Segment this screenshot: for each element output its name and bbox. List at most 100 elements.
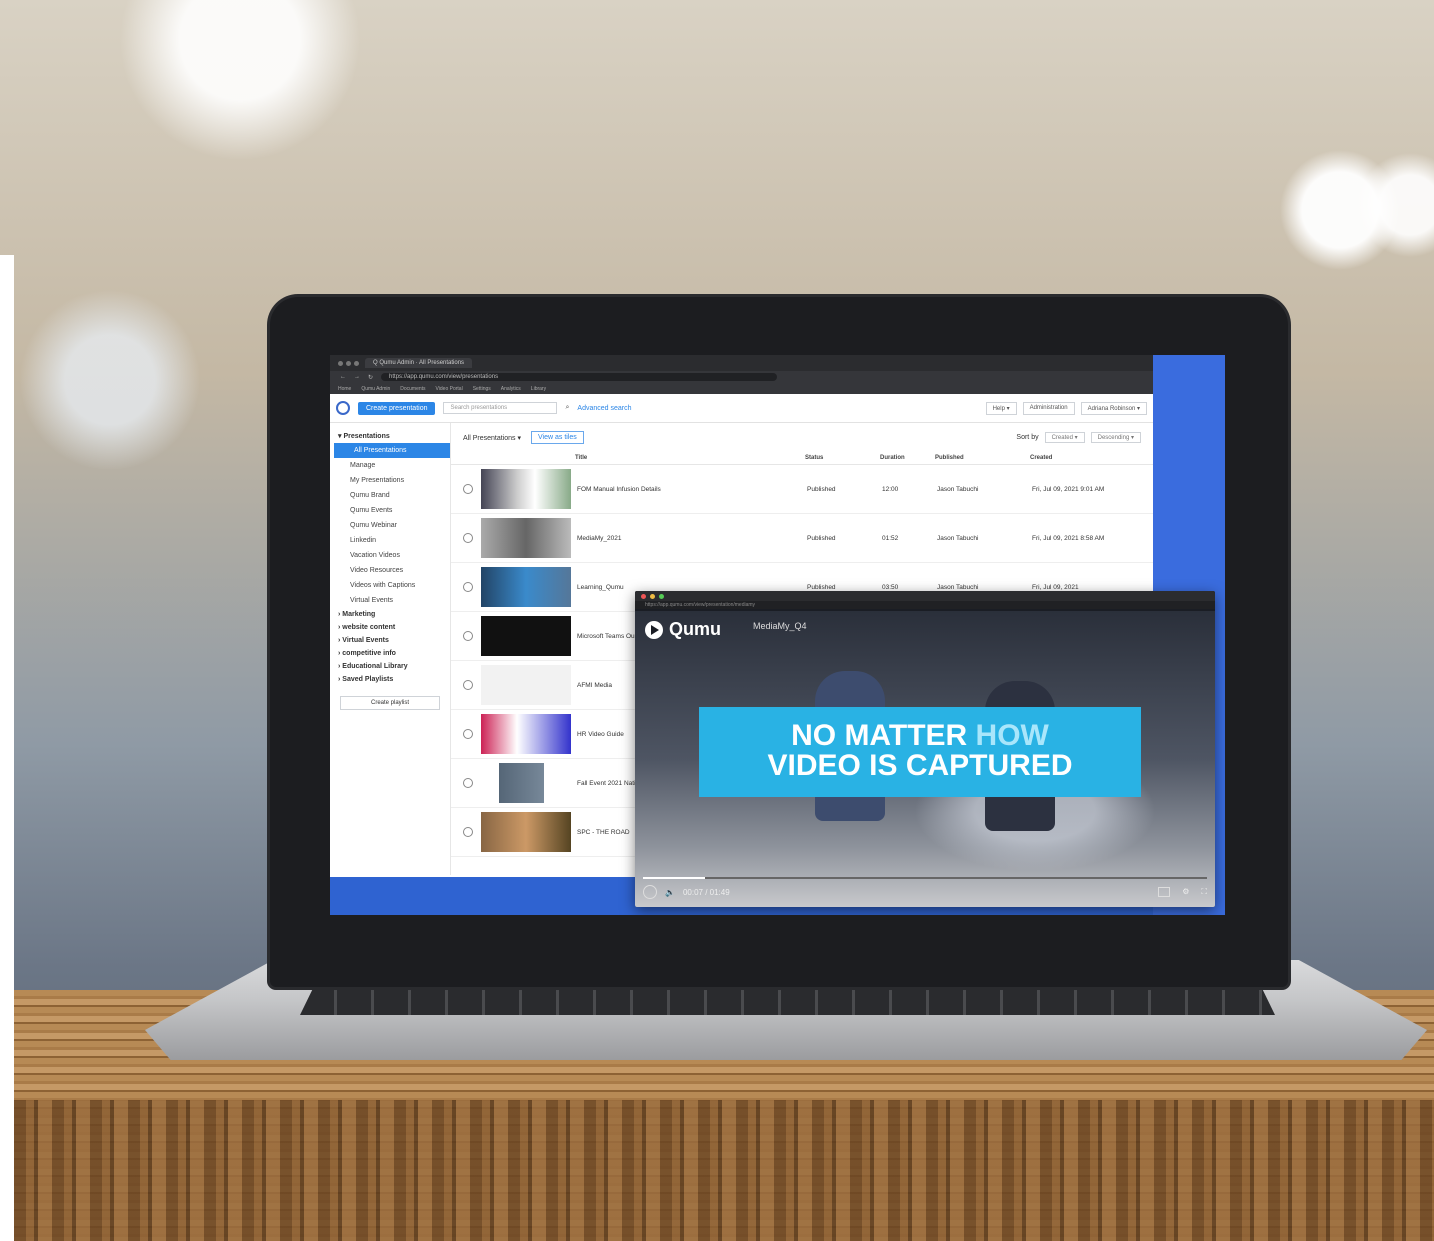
volume-icon[interactable]: 🔈 [665,888,675,897]
row-select-radio[interactable] [463,827,473,837]
bookmark-item[interactable]: Settings [473,386,491,392]
sidebar-item[interactable]: Qumu Events [330,503,450,518]
search-input[interactable]: Search presentations [443,402,558,414]
banner-text-highlight: HOW [975,719,1049,752]
row-title[interactable]: MediaMy_2021 [577,535,807,542]
video-thumbnail[interactable] [481,763,571,803]
advanced-search-link[interactable]: Advanced search [577,405,631,412]
row-duration: 03:50 [882,583,899,591]
bookmark-item[interactable]: Library [531,386,546,392]
back-icon[interactable]: ← [340,374,346,380]
sidebar-item[interactable]: Qumu Webinar [330,518,450,533]
row-status: Published [807,583,836,591]
row-duration: 12:00 [882,485,899,493]
row-select-radio[interactable] [463,582,473,592]
view-as-tiles-button[interactable]: View as tiles [531,431,584,444]
video-thumbnail[interactable] [481,812,571,852]
bookmark-item[interactable]: Home [338,386,351,392]
row-select-radio[interactable] [463,533,473,543]
sidebar-item[interactable]: Manage [330,458,450,473]
video-thumbnail[interactable] [481,567,571,607]
bookmark-item[interactable]: Documents [400,386,425,392]
row-title[interactable]: FOM Manual Infusion Details [577,486,807,493]
wooden-table-front [14,1100,1434,1241]
row-select-radio[interactable] [463,631,473,641]
browser-tab[interactable]: Q Qumu Admin · All Presentations [365,358,473,368]
sort-order-select[interactable]: Descending ▾ [1090,432,1141,443]
sidebar-item[interactable]: Video Resources [330,563,450,578]
sidebar-item[interactable]: My Presentations [330,473,450,488]
create-presentation-button[interactable]: Create presentation [358,401,436,415]
row-status: Published [807,534,836,542]
player-controls: 🔈 00:07 / 01:49 ⚙ ⛶ [635,877,1215,907]
video-title: MediaMy_Q4 [753,621,807,631]
qumu-brand-text: Qumu [669,619,721,639]
column-duration[interactable]: Duration [880,455,935,461]
row-published: Jason Tabuchi [937,583,979,591]
user-menu-button[interactable]: Adriana Robinson ▾ [1080,401,1147,415]
settings-icon[interactable]: ⚙ [1182,887,1189,897]
column-status[interactable]: Status [805,455,880,461]
captions-icon[interactable] [1158,887,1171,897]
video-frame[interactable]: Qumu MediaMy_Q4 NO MATTER HOW VIDEO IS C… [635,611,1215,907]
video-thumbnail[interactable] [481,469,571,509]
url-input[interactable]: https://app.qumu.com/view/presentations [381,373,778,381]
bookmark-item[interactable]: Video Portal [436,386,463,392]
play-icon[interactable] [643,885,657,899]
video-thumbnail[interactable] [481,714,571,754]
column-published[interactable]: Published [935,455,1030,461]
row-duration: 01:52 [882,534,899,542]
video-thumbnail[interactable] [481,665,571,705]
administration-button[interactable]: Administration [1022,401,1075,415]
fullscreen-icon[interactable]: ⛶ [1201,887,1207,897]
qumu-brand: Qumu [645,619,721,640]
player-url[interactable]: https://app.qumu.com/view/presentation/m… [635,601,1215,609]
forward-icon[interactable]: → [354,374,360,380]
laptop-screen: Q Qumu Admin · All Presentations ← → ↻ h… [330,355,1225,915]
sidebar-item[interactable]: Videos with Captions [330,578,450,593]
video-thumbnail[interactable] [481,518,571,558]
list-heading-dropdown[interactable]: All Presentations ▾ [463,434,521,442]
player-window-controls[interactable] [635,591,1215,601]
banner-text-a: NO MATTER [791,719,976,752]
bookmark-item[interactable]: Analytics [501,386,521,392]
sidebar-group[interactable]: › Virtual Events [330,634,450,647]
sidebar-item[interactable]: Vacation Videos [330,548,450,563]
table-row[interactable]: MediaMy_2021 Published 01:52 Jason Tabuc… [451,514,1153,563]
white-edge [0,255,14,1241]
sidebar-presentations-heading[interactable]: ▾ Presentations [330,429,450,443]
row-select-radio[interactable] [463,778,473,788]
row-select-radio[interactable] [463,680,473,690]
sidebar-group[interactable]: › website content [330,621,450,634]
sidebar-item-all-presentations[interactable]: All Presentations [334,443,450,458]
column-created[interactable]: Created [1030,455,1110,461]
row-select-radio[interactable] [463,729,473,739]
sidebar-group[interactable]: › Marketing [330,608,450,621]
row-published: Jason Tabuchi [937,485,979,493]
sidebar-group[interactable]: › competitive info [330,647,450,660]
browser-tabbar: Q Qumu Admin · All Presentations [330,355,1153,371]
qumu-play-icon [645,620,663,639]
create-playlist-button[interactable]: Create playlist [340,696,440,710]
table-row[interactable]: FOM Manual Infusion Details Published 12… [451,465,1153,514]
column-title[interactable]: Title [575,455,805,461]
qumu-logo-icon[interactable] [336,401,350,415]
search-icon[interactable]: ⌕ [565,404,569,412]
window-controls[interactable] [338,360,359,366]
video-thumbnail[interactable] [481,616,571,656]
bookmark-item[interactable]: Qumu Admin [361,386,390,392]
reload-icon[interactable]: ↻ [368,374,373,381]
sidebar-item[interactable]: Virtual Events [330,593,450,608]
row-title[interactable]: Learning_Qumu [577,584,807,591]
video-banner: NO MATTER HOW VIDEO IS CAPTURED [699,707,1141,797]
sidebar-group[interactable]: › Saved Playlists [330,673,450,686]
sidebar: ▾ Presentations All Presentations Manage… [330,423,451,875]
video-player-window: https://app.qumu.com/view/presentation/m… [635,591,1215,907]
bookmarks-bar: Home Qumu Admin Documents Video Portal S… [330,383,1153,394]
sort-field-select[interactable]: Created ▾ [1044,432,1085,443]
row-select-radio[interactable] [463,484,473,494]
help-button[interactable]: Help ▾ [985,401,1017,415]
sidebar-item[interactable]: Linkedin [330,533,450,548]
sidebar-group[interactable]: › Educational Library [330,660,450,673]
sidebar-item[interactable]: Qumu Brand [330,488,450,503]
